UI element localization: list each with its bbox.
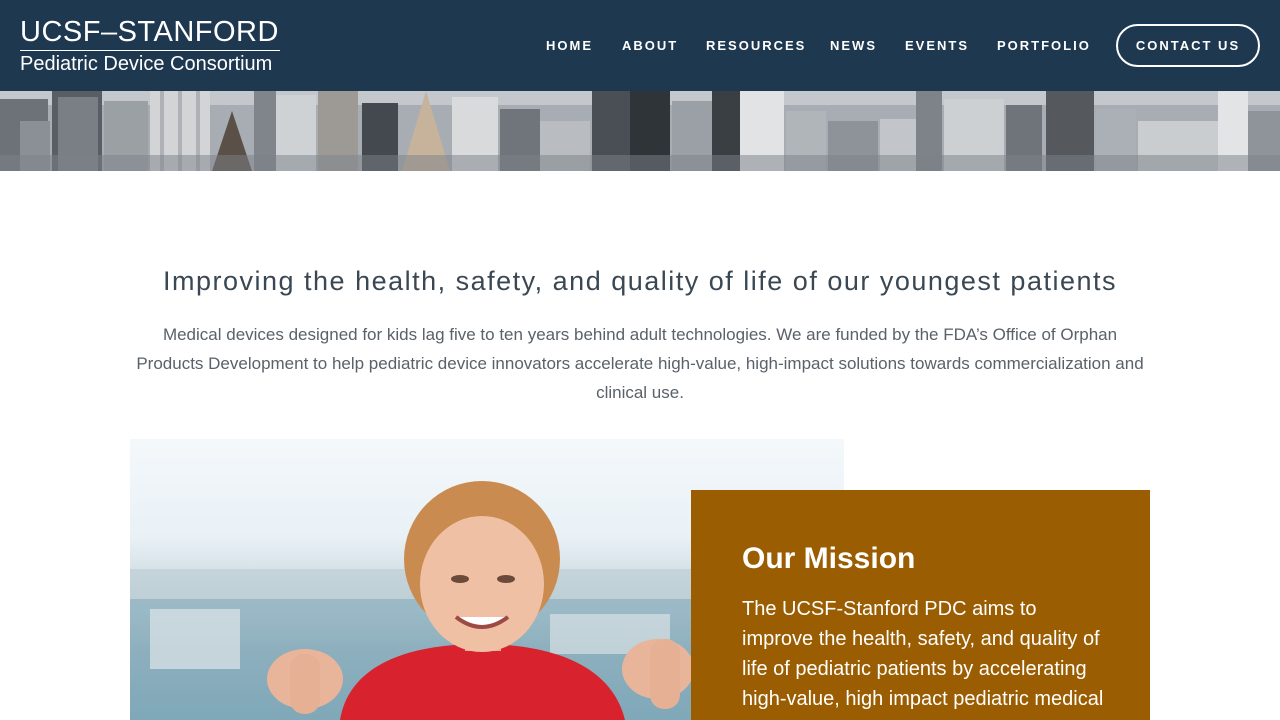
nav-home[interactable]: HOME xyxy=(546,38,593,53)
page-headline: Improving the health, safety, and qualit… xyxy=(162,266,1117,296)
city-skyline-image xyxy=(0,91,1280,171)
logo-subtitle: Pediatric Device Consortium xyxy=(20,53,273,75)
mission-text: The UCSF-Stanford PDC aims to improve th… xyxy=(742,598,1104,720)
intro-paragraph: Medical devices designed for kids lag fi… xyxy=(136,325,1144,402)
mission-card: Our Mission The UCSF-Stanford PDC aims t… xyxy=(691,490,1150,720)
nav-about[interactable]: ABOUT xyxy=(622,38,678,53)
city-skyline-banner xyxy=(0,91,1280,171)
mission-title: Our Mission xyxy=(742,542,916,575)
nav-news[interactable]: NEWS xyxy=(830,38,877,53)
nav-resources[interactable]: RESOURCES xyxy=(706,38,806,53)
site-header: UCSF–STANFORD Pediatric Device Consortiu… xyxy=(0,0,1280,91)
nav-events[interactable]: EVENTS xyxy=(905,38,969,53)
contact-us-button[interactable]: CONTACT US xyxy=(1116,24,1260,67)
main-nav: HOME ABOUT RESOURCES NEWS EVENTS PORTFOL… xyxy=(0,38,1100,54)
nav-portfolio[interactable]: PORTFOLIO xyxy=(997,38,1091,53)
